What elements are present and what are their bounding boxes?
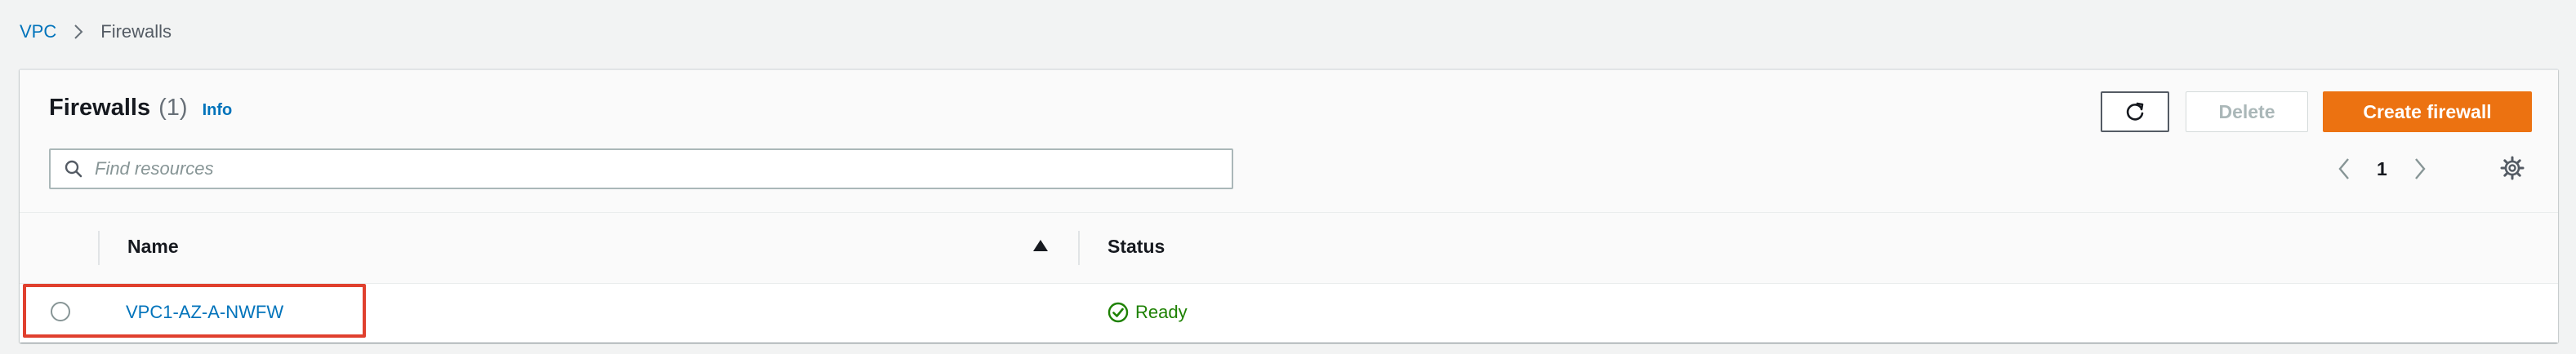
chevron-right-icon[interactable] bbox=[2413, 157, 2427, 181]
highlight-box bbox=[23, 284, 366, 338]
column-header-name[interactable]: Name bbox=[127, 236, 179, 258]
status-indicator: Ready bbox=[1108, 302, 1188, 323]
status-text: Ready bbox=[1135, 302, 1188, 322]
resource-count: (1) bbox=[158, 95, 188, 121]
search-icon bbox=[64, 159, 83, 179]
refresh-icon bbox=[2124, 100, 2146, 123]
chevron-left-icon[interactable] bbox=[2338, 157, 2351, 181]
table-header: Firewalls (1) Info bbox=[49, 95, 232, 127]
column-divider bbox=[1078, 231, 1080, 265]
breadcrumb-current: Firewalls bbox=[100, 21, 172, 42]
create-firewall-button[interactable]: Create firewall bbox=[2323, 91, 2532, 132]
breadcrumb-vpc-link[interactable]: VPC bbox=[20, 21, 56, 42]
search-input[interactable] bbox=[93, 157, 1207, 180]
table-row[interactable]: VPC1-AZ-A-NWFW Ready bbox=[20, 284, 2558, 343]
refresh-button[interactable] bbox=[2101, 91, 2169, 132]
column-header-status[interactable]: Status bbox=[1108, 236, 1165, 258]
page-title: Firewalls bbox=[49, 95, 151, 121]
caret-up-icon[interactable] bbox=[1032, 239, 1049, 256]
table-header-row: Name Status bbox=[20, 212, 2558, 284]
chevron-right-icon bbox=[73, 23, 84, 41]
check-circle-icon bbox=[1108, 302, 1129, 323]
search-field bbox=[49, 148, 1233, 189]
page-number[interactable]: 1 bbox=[2377, 158, 2387, 180]
info-link[interactable]: Info bbox=[203, 101, 233, 120]
delete-button[interactable]: Delete bbox=[2186, 91, 2308, 132]
breadcrumb: VPC Firewalls bbox=[20, 18, 172, 46]
gear-icon[interactable] bbox=[2499, 155, 2525, 181]
column-divider bbox=[98, 231, 100, 265]
firewalls-table-container: Firewalls (1) Info Delete Create firewal… bbox=[20, 69, 2558, 343]
pagination: 1 bbox=[2338, 150, 2427, 188]
